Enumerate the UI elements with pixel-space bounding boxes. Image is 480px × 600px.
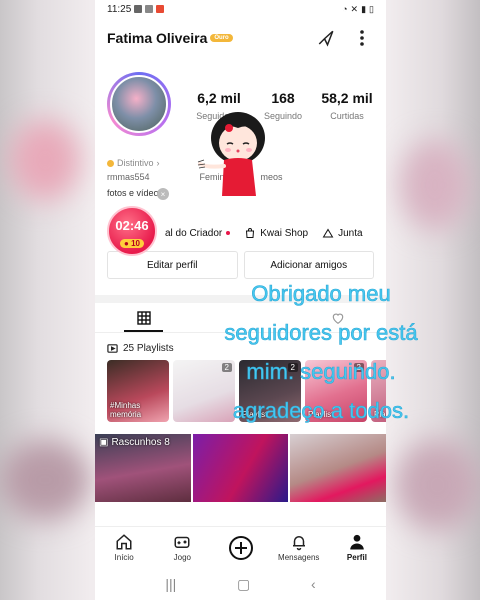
- gallery-icon: [134, 5, 143, 13]
- caption-line: agradeço a todos.: [232, 398, 410, 424]
- signal-icon: ▮: [361, 3, 367, 14]
- handle: rmmas554: [107, 172, 150, 182]
- coins-value: 10: [131, 239, 140, 248]
- grid-icon: [136, 310, 151, 325]
- stat-likes[interactable]: 58,2 mil Curtidas: [315, 90, 379, 121]
- chevron-right-icon: ›: [156, 158, 160, 168]
- stat-label: Curtidas: [330, 111, 364, 121]
- notification-dot: [226, 231, 231, 235]
- tent-icon: [322, 228, 334, 238]
- backdrop-blob: [395, 440, 480, 530]
- stat-value: 58,2 mil: [321, 90, 373, 106]
- drafts-text: Rascunhos 8: [111, 437, 170, 448]
- playlist-card[interactable]: #Minhas memória: [107, 360, 169, 422]
- kwai-icon: [156, 5, 165, 13]
- backdrop-blob: [10, 120, 80, 200]
- video-thumbnail[interactable]: [192, 434, 289, 502]
- video-thumbnail[interactable]: [290, 434, 386, 502]
- backdrop-blob: [400, 140, 470, 230]
- drafts-icon: ▣: [99, 437, 109, 448]
- home-circle-icon[interactable]: ▢: [237, 576, 250, 593]
- playlist-icon: [107, 344, 118, 353]
- wifi-icon: ◔: [342, 4, 348, 14]
- nav-home[interactable]: Início: [95, 527, 153, 568]
- nav-label: Jogo: [173, 553, 191, 562]
- shop-label: Kwai Shop: [260, 227, 309, 239]
- badge-dot-icon: [107, 159, 114, 167]
- home-icon: [116, 534, 132, 550]
- timer-time: 02:46: [115, 218, 149, 233]
- creator-label: al do Criador: [165, 227, 223, 239]
- distintivo-label: Distintivo: [117, 158, 154, 168]
- system-nav-bar: ||| ▢ ‹: [95, 568, 386, 600]
- stat-value: 168: [271, 90, 295, 106]
- person-icon: [350, 534, 364, 550]
- mute-icon: ✕: [350, 3, 359, 14]
- caption-line: mim. seguindo.: [246, 359, 396, 385]
- more-icon[interactable]: [350, 26, 374, 50]
- stat-value: 6,2 mil: [197, 90, 241, 106]
- nav-label: Perfil: [346, 553, 367, 562]
- kwai-shop-link[interactable]: Kwai Shop: [244, 227, 308, 239]
- drafts-cell[interactable]: ▣ Rascunhos 8: [95, 434, 191, 502]
- nav-profile[interactable]: Perfil: [328, 527, 386, 568]
- profile-name: Fatima Oliveira: [107, 30, 208, 46]
- profile-header: Fatima Oliveira Ouro: [95, 18, 386, 58]
- video-grid: ▣ Rascunhos 8: [95, 434, 386, 502]
- plus-circle-icon: [228, 535, 253, 560]
- join-label: Junta: [338, 227, 363, 239]
- caption-line: seguidores por está: [224, 320, 418, 346]
- playlist-label: #Minhas memória: [110, 401, 142, 419]
- avatar-ring[interactable]: [107, 72, 171, 136]
- backdrop-blob: [0, 440, 90, 520]
- nav-messages[interactable]: Mensagens: [270, 527, 328, 568]
- gamepad-icon: [174, 536, 190, 548]
- timer-coins: ● 10: [120, 239, 144, 248]
- nav-label: Início: [114, 553, 134, 562]
- status-time: 11:25: [107, 3, 132, 15]
- back-icon[interactable]: ‹: [311, 576, 316, 592]
- bell-icon: [292, 536, 305, 551]
- nav-game[interactable]: Jogo: [153, 527, 211, 568]
- battery-icon: ▯: [369, 3, 374, 14]
- avatar: [110, 75, 168, 133]
- shop-bag-icon: [246, 228, 255, 238]
- nav-create[interactable]: [211, 527, 269, 568]
- cartoon-girl-sticker: [197, 112, 265, 196]
- overlay-caption: Obrigado meu seguidores por está mim. se…: [190, 274, 452, 430]
- notification-icon: [145, 5, 154, 13]
- status-bar: 11:25 ◔ ✕ ▮ ▯: [95, 0, 386, 18]
- join-link[interactable]: Junta: [322, 227, 363, 239]
- tab-grid[interactable]: [95, 303, 192, 332]
- recent-apps-icon[interactable]: |||: [165, 576, 176, 592]
- live-timer[interactable]: 02:46 ● 10: [107, 206, 157, 256]
- creator-panel-link[interactable]: al do Criador: [165, 227, 231, 239]
- close-icon[interactable]: ×: [157, 188, 169, 200]
- playlists-title: 25 Playlists: [123, 343, 174, 354]
- gold-badge[interactable]: Ouro: [210, 34, 233, 42]
- caption-line: Obrigado meu: [251, 281, 391, 307]
- bottom-nav: Início Jogo Mensagens Perfil: [95, 526, 386, 568]
- share-icon[interactable]: [314, 26, 338, 50]
- nav-label: Mensagens: [278, 553, 320, 562]
- drafts-label: ▣ Rascunhos 8: [99, 437, 170, 448]
